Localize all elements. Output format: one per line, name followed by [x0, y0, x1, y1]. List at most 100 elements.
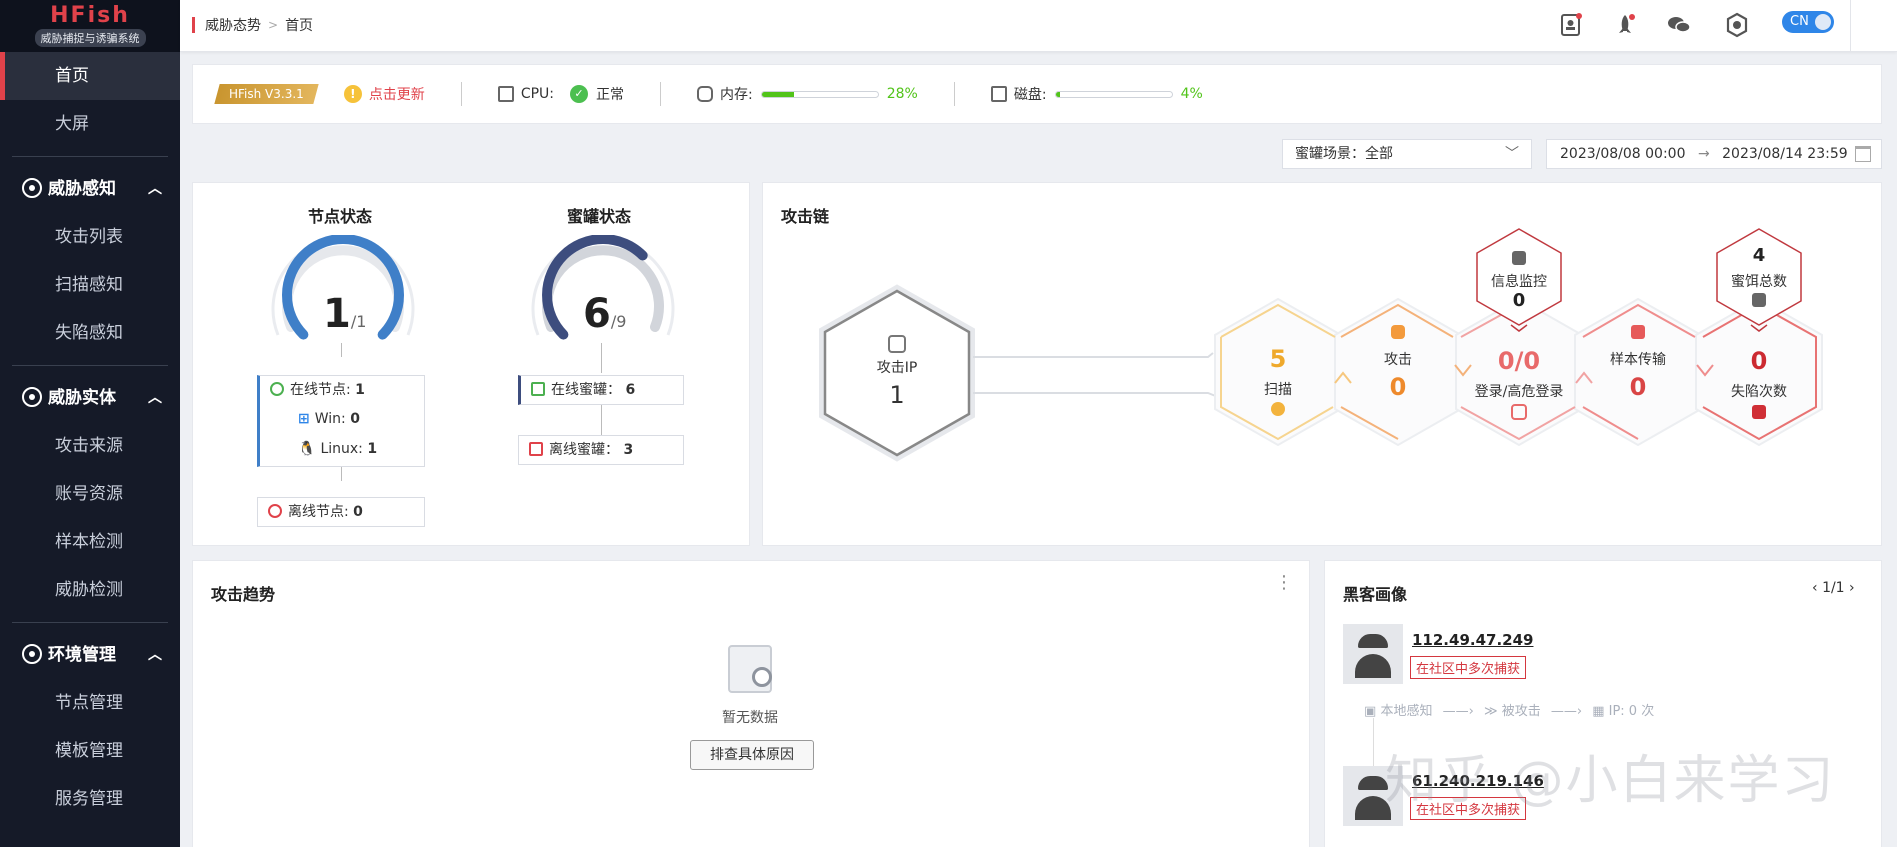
node-status-title: 节点状态 — [308, 207, 373, 226]
nav-template-manage[interactable]: 模板管理 — [0, 727, 180, 775]
chevron-right-icon[interactable]: › — [1849, 580, 1855, 596]
disk-progress — [1054, 90, 1173, 98]
info-monitor-label: 信息监控 — [1491, 274, 1547, 290]
connector-line — [1373, 718, 1374, 768]
date-range-picker[interactable]: 2023/08/08 00:00 → 2023/08/14 23:59 — [1546, 139, 1882, 169]
nav-fall-perception[interactable]: 失陷感知 — [0, 309, 180, 357]
info-monitor-value[interactable]: 0 — [1479, 290, 1559, 311]
nav-group-env-manage[interactable]: 环境管理 ︿ — [0, 631, 180, 679]
hacker-avatar[interactable] — [1343, 624, 1403, 684]
entity-icon — [22, 387, 42, 407]
hacker-profile-title: 黑客画像 — [1343, 585, 1408, 604]
flow-step: IP: 0 次 — [1608, 704, 1655, 719]
breadcrumb-item[interactable]: 威胁态势 — [205, 15, 261, 35]
version-label: HFish V3.3.1 — [229, 87, 304, 101]
breadcrumb: 威胁态势 > 首页 — [192, 15, 313, 35]
divider — [1850, 0, 1851, 52]
arrow-icon: ——› — [1550, 704, 1583, 719]
nav-group-label: 威胁感知 — [48, 179, 116, 199]
nav-scan-perception[interactable]: 扫描感知 — [0, 261, 180, 309]
nav-group-label: 环境管理 — [48, 645, 116, 665]
nav-group-threat-perception[interactable]: 威胁感知 ︿ — [0, 165, 180, 213]
fall-value[interactable]: 0 — [1719, 347, 1799, 375]
connector-line — [601, 343, 602, 373]
troubleshoot-button[interactable]: 排查具体原因 — [690, 740, 814, 770]
cpu-icon — [497, 86, 514, 102]
more-menu-icon[interactable]: ⋮ — [1275, 574, 1293, 592]
memory-progress — [760, 90, 879, 98]
fall-label: 失陷次数 — [1731, 384, 1787, 400]
wechat-icon[interactable] — [1666, 12, 1692, 38]
divider — [660, 82, 661, 106]
online-nodes-box[interactable]: 在线节点: 1 ⊞ Win: 0 🐧 Linux: 1 — [257, 375, 425, 467]
honeypot-online-icon — [531, 382, 545, 396]
nav-service-manage[interactable]: 服务管理 — [0, 775, 180, 823]
no-data-icon — [728, 645, 772, 693]
sample-value[interactable]: 0 — [1598, 373, 1678, 401]
memory-icon — [697, 86, 713, 102]
offline-honeypots-label: 离线蜜罐： — [549, 442, 624, 458]
honeypot-offline-icon — [529, 442, 543, 456]
online-nodes-label: 在线节点: — [290, 382, 356, 398]
arrow-icon: ——› — [1442, 704, 1474, 719]
calendar-icon — [1855, 146, 1871, 162]
nav-group-threat-entity[interactable]: 威胁实体 ︿ — [0, 374, 180, 422]
hacker-ip[interactable]: 112.49.47.249 — [1412, 631, 1533, 649]
chevron-left-icon[interactable]: ‹ — [1812, 580, 1818, 596]
logo[interactable]: HFish 威胁捕捉与诱骗系统 — [0, 0, 180, 52]
chevron-up-icon: ︿ — [148, 647, 162, 663]
nav-attack-source[interactable]: 攻击来源 — [0, 422, 180, 470]
memory-progress-fill — [761, 91, 795, 97]
attack-ip-value[interactable]: 1 — [857, 381, 937, 409]
node-count: 1/1 — [323, 291, 366, 337]
chevron-up-icon: ︿ — [148, 390, 162, 406]
memory-label: 内存: — [720, 87, 753, 103]
nav-node-manage[interactable]: 节点管理 — [0, 679, 180, 727]
node-count-value: 1 — [323, 291, 351, 337]
offline-honeypots-box[interactable]: 离线蜜罐： 3 — [518, 435, 684, 465]
scan-value[interactable]: 5 — [1238, 345, 1318, 373]
empty-text: 暂无数据 — [722, 710, 778, 726]
divider — [12, 365, 168, 366]
linux-nodes-label: Linux: — [320, 441, 368, 457]
nav-group-label: 威胁实体 — [48, 388, 116, 408]
watermark: 知乎 @小白来学习 — [1385, 751, 1836, 811]
nav-home[interactable]: 首页 — [0, 52, 180, 100]
hexagon-settings-icon[interactable] — [1724, 12, 1750, 38]
settings-icon — [22, 644, 42, 664]
nav-bigscreen[interactable]: 大屏 — [0, 100, 180, 148]
chevron-down-icon: ﹀ — [1505, 146, 1519, 162]
offline-nodes-box[interactable]: 离线节点: 0 — [257, 497, 425, 527]
attack-ip-label: 攻击IP — [876, 360, 918, 376]
offline-honeypots-value: 3 — [623, 442, 634, 458]
attack-trend-title: 攻击趋势 — [211, 585, 276, 604]
flow-step: 被攻击 — [1501, 704, 1541, 719]
rocket-icon[interactable] — [1612, 12, 1638, 38]
login-value[interactable]: 0/0 — [1459, 347, 1579, 375]
offline-nodes-value: 0 — [353, 504, 363, 520]
scene-select[interactable]: 蜜罐场景：全部 ﹀ — [1282, 139, 1532, 169]
attack-value[interactable]: 0 — [1358, 373, 1438, 401]
radar-icon — [22, 178, 42, 198]
sample-label: 样本传输 — [1610, 352, 1666, 368]
nav-threat-detect[interactable]: 威胁检测 — [0, 566, 180, 614]
update-label: 点击更新 — [368, 87, 425, 103]
local-perception-icon: ▣ — [1364, 704, 1377, 719]
language-label: CN — [1790, 14, 1809, 29]
bait-total-value[interactable]: 4 — [1719, 245, 1799, 266]
notebook-icon[interactable] — [1558, 12, 1584, 38]
breadcrumb-item-current: 首页 — [285, 18, 314, 34]
win-nodes-row: ⊞ Win: 0 — [270, 404, 424, 434]
nav-sample-detect[interactable]: 样本检测 — [0, 518, 180, 566]
nav-account-resource[interactable]: 账号资源 — [0, 470, 180, 518]
online-honeypots-box[interactable]: 在线蜜罐： 6 — [518, 375, 684, 405]
scan-label: 扫描 — [1264, 382, 1292, 398]
honey-count: 6/9 — [583, 291, 626, 337]
nav-attack-list[interactable]: 攻击列表 — [0, 213, 180, 261]
update-link[interactable]: ! 点击更新 — [343, 84, 425, 104]
system-status-bar: HFish V3.3.1 ! 点击更新 CPU: ✓ 正常 内存: 28% 磁盘… — [192, 64, 1882, 124]
breadcrumb-separator: > — [268, 18, 279, 32]
empty-state: 暂无数据 — [690, 645, 810, 727]
language-toggle[interactable]: CN — [1782, 11, 1834, 33]
connector-line — [341, 343, 342, 357]
